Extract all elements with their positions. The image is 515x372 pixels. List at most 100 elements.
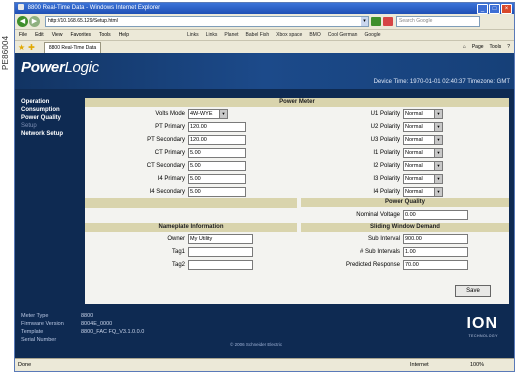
i4-secondary-input[interactable]: 5.00 [188,186,246,197]
home-icon[interactable]: ⌂ [463,44,466,50]
field-row: U1 Polarity Normal ▼ [301,107,509,120]
power-quality-header: Power Quality [301,198,509,207]
chevron-down-icon: ▼ [434,174,442,183]
field-label: Tag1 [171,248,185,255]
ct-primary-input[interactable]: 5.00 [188,147,246,158]
sidebar-item-operation[interactable]: Operation [21,98,85,106]
save-button[interactable]: Save [455,285,491,297]
zone-label: Internet [410,362,429,368]
link-item[interactable]: Babel Fish [246,32,270,38]
i4-primary-input[interactable]: 5.00 [188,173,246,184]
add-favorite-icon[interactable]: ✚ [28,43,35,52]
title-bar: 8800 Real-Time Data - Windows Internet E… [15,3,514,14]
web-page: PowerLogic Device Time: 1970-01-01 02:40… [15,53,514,359]
field-row: U3 Polarity Normal ▼ [301,133,509,146]
field-label: U2 Polarity [370,123,400,130]
i4-polarity-select[interactable]: Normal ▼ [403,186,443,197]
close-button[interactable]: × [501,4,512,14]
menu-edit[interactable]: Edit [35,32,44,38]
maximize-button[interactable]: □ [489,4,500,14]
back-arrow-icon[interactable]: ◀ [17,16,28,27]
sliding-window-section: Sliding Window Demand Sub Interval 900.0… [301,223,509,271]
field-label: Nominal Voltage [356,211,400,218]
power-meter-left: Volts Mode 4W-WYE ▼ PT Primary 120.00 PT … [85,107,297,198]
link-item[interactable]: Cool German [328,32,358,38]
link-item[interactable]: Xbox space [276,32,302,38]
minimize-button[interactable]: _ [477,4,488,14]
pt-primary-input[interactable]: 120.00 [188,121,246,132]
field-row: Nominal Voltage 0.00 [301,208,509,221]
search-input[interactable]: Search Google [396,16,480,27]
i2-polarity-select[interactable]: Normal ▼ [403,160,443,171]
link-item[interactable]: Planet [224,32,238,38]
field-label: Sub Interval [367,235,400,242]
u2-polarity-select[interactable]: Normal ▼ [403,121,443,132]
volts-mode-select[interactable]: 4W-WYE ▼ [188,108,228,119]
footer-row: Firmware Version 8004E_0000 [21,321,113,327]
ct-secondary-input[interactable]: 5.00 [188,160,246,171]
sub-interval-input[interactable]: 900.00 [403,233,468,244]
field-label: Owner [167,235,185,242]
field-row: Volts Mode 4W-WYE ▼ [85,107,297,120]
sub-intervals-input[interactable]: 1.00 [403,246,468,257]
field-label: PT Primary [155,123,185,130]
footer-row: Meter Type 8800 [21,313,94,319]
field-row: I2 Polarity Normal ▼ [301,159,509,172]
copyright: © 2006 Schneider Electric [230,342,283,347]
field-row: I4 Secondary 5.00 [85,185,297,198]
menu-view[interactable]: View [52,32,63,38]
nominal-voltage-input[interactable]: 0.00 [403,209,468,220]
i1-polarity-select[interactable]: Normal ▼ [403,147,443,158]
field-row: PT Primary 120.00 [85,120,297,133]
nameplate-section: Nameplate Information Owner My Utility T… [85,223,297,271]
i3-polarity-select[interactable]: Normal ▼ [403,173,443,184]
chevron-down-icon: ▼ [434,109,442,118]
menu-tools[interactable]: Tools [99,32,111,38]
forward-arrow-icon[interactable]: ▶ [29,16,40,27]
tag1-input[interactable] [188,246,253,257]
browser-window: 8800 Real-Time Data - Windows Internet E… [14,2,515,372]
u3-polarity-select[interactable]: Normal ▼ [403,134,443,145]
field-label: U3 Polarity [370,136,400,143]
field-label: I4 Primary [157,175,185,182]
field-row: # Sub Intervals 1.00 [301,245,509,258]
link-item[interactable]: BMO [309,32,320,38]
address-row: ◀ ▶ http://10.168.65.129/Setup.html ▾ Se… [15,14,514,30]
menu-favorites[interactable]: Favorites [70,32,91,38]
u1-polarity-select[interactable]: Normal ▼ [403,108,443,119]
field-label: CT Secondary [146,162,185,169]
status-text: Done [18,362,32,368]
link-item[interactable]: Google [364,32,380,38]
menu-help[interactable]: Help [119,32,129,38]
sidebar-item-power-quality[interactable]: Power Quality [21,114,85,122]
refresh-icon[interactable] [371,17,381,26]
sidebar-item-setup[interactable]: Setup [21,122,85,130]
pt-secondary-input[interactable]: 120.00 [188,134,246,145]
field-label: I4 Polarity [373,188,400,195]
tools-menu[interactable]: Tools [490,44,502,50]
address-text: http://10.168.65.129/Setup.html [48,18,118,24]
predicted-response-input[interactable]: 70.00 [403,259,468,270]
link-item[interactable]: Links [206,32,218,38]
sidebar-item-network-setup[interactable]: Network Setup [21,130,85,138]
field-label: I1 Polarity [373,149,400,156]
ion-logo: ION [466,315,498,332]
address-bar[interactable]: http://10.168.65.129/Setup.html ▾ [45,16,369,27]
zoom-level[interactable]: 100% [470,359,484,371]
app-header: PowerLogic Device Time: 1970-01-01 02:40… [15,53,514,89]
field-label: I4 Secondary [149,188,185,195]
stop-icon[interactable] [383,17,393,26]
help-icon[interactable]: ? [507,44,510,50]
setup-form: Power Meter Volts Mode 4W-WYE ▼ PT Primar… [85,98,509,304]
sidebar-item-consumption[interactable]: Consumption [21,106,85,114]
tab-active[interactable]: 8800 Real-Time Data [43,41,102,53]
page-menu[interactable]: Page [472,44,484,50]
favorites-star-icon[interactable]: ★ [18,43,25,52]
tag2-input[interactable] [188,259,253,270]
chevron-down-icon: ▼ [434,122,442,131]
menu-file[interactable]: File [19,32,27,38]
chevron-down-icon: ▼ [434,187,442,196]
address-dropdown-icon[interactable]: ▾ [361,17,368,26]
sidebar-nav: Operation Consumption Power Quality Setu… [21,98,85,138]
owner-input[interactable]: My Utility [188,233,253,244]
